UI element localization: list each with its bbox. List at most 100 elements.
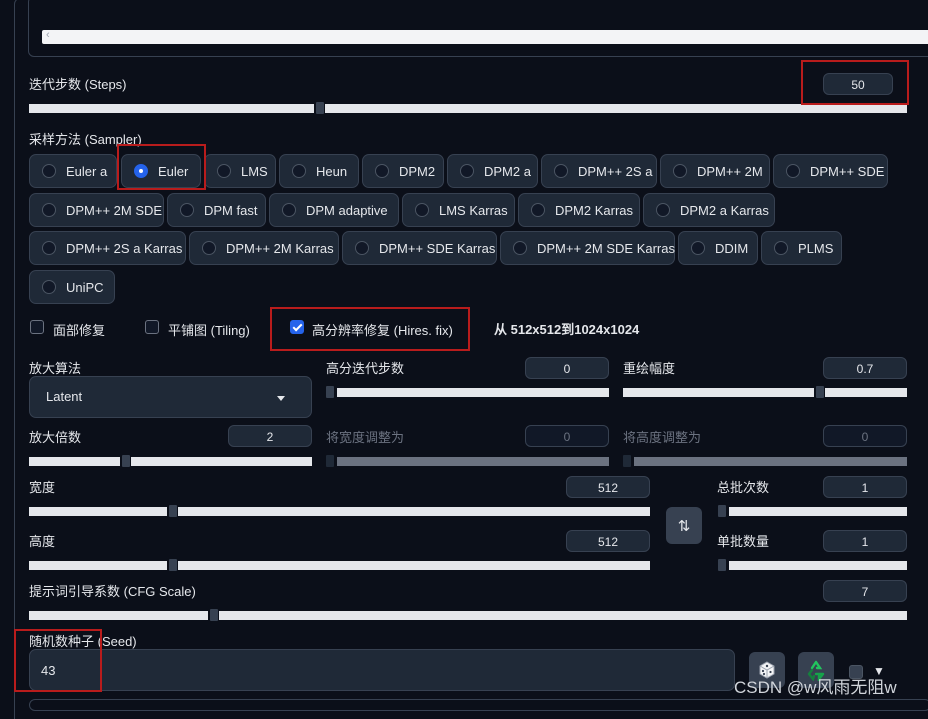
face-restore-checkbox[interactable] <box>30 320 44 334</box>
cfg-input[interactable]: 7 <box>823 580 907 602</box>
hires-steps-label: 高分迭代步数 <box>326 361 405 376</box>
sampler-option-dpmpp-2s-a-karras[interactable]: DPM++ 2S a Karras <box>29 231 186 265</box>
height-label: 高度 <box>29 534 56 549</box>
radio-icon <box>513 241 527 255</box>
batch-count-thumb[interactable] <box>718 505 726 517</box>
sampler-option-dpmpp-2m-sde-karras[interactable]: DPM++ 2M SDE Karras <box>500 231 675 265</box>
height-input[interactable]: 512 <box>566 530 650 552</box>
radio-icon <box>531 203 545 217</box>
steps-slider-track-left[interactable] <box>29 104 314 113</box>
sampler-option-lms-karras[interactable]: LMS Karras <box>402 193 515 227</box>
hires-steps-input[interactable]: 0 <box>525 357 609 379</box>
hires-steps-thumb[interactable] <box>326 386 334 398</box>
height-thumb[interactable] <box>169 559 177 571</box>
height-track-right[interactable] <box>178 561 650 570</box>
sampler-option-dpm2[interactable]: DPM2 <box>362 154 444 188</box>
width-track-right[interactable] <box>178 507 650 516</box>
upscaler-dropdown[interactable]: Latent <box>29 376 312 418</box>
cfg-track-right[interactable] <box>219 611 907 620</box>
seed-input[interactable]: 43 <box>29 649 735 691</box>
batch-count-track[interactable] <box>729 507 907 516</box>
scroll-left-arrow-icon[interactable]: ‹ <box>46 29 50 41</box>
hires-steps-track[interactable] <box>337 388 609 397</box>
sampler-option-unipc[interactable]: UniPC <box>29 270 115 304</box>
cfg-label: 提示词引导系数 (CFG Scale) <box>29 584 196 599</box>
upscale-by-track-left[interactable] <box>29 457 120 466</box>
radio-selected-icon <box>134 164 148 178</box>
denoise-thumb[interactable] <box>816 386 824 398</box>
sampler-option-dpm2-a[interactable]: DPM2 a <box>447 154 538 188</box>
steps-label: 迭代步数 (Steps) <box>29 77 127 92</box>
cfg-thumb[interactable] <box>210 609 218 621</box>
denoise-input[interactable]: 0.7 <box>823 357 907 379</box>
sampler-option-dpmpp-sde-karras[interactable]: DPM++ SDE Karras <box>342 231 497 265</box>
width-track-left[interactable] <box>29 507 167 516</box>
hires-fix-label: 高分辨率修复 (Hires. fix) <box>312 323 453 338</box>
radio-icon <box>691 241 705 255</box>
sampler-option-lms[interactable]: LMS <box>204 154 276 188</box>
sampler-label: 采样方法 (Sampler) <box>29 132 142 147</box>
radio-icon <box>355 241 369 255</box>
resize-width-thumb[interactable] <box>326 455 334 467</box>
batch-size-input[interactable]: 1 <box>823 530 907 552</box>
tiling-label: 平铺图 (Tiling) <box>168 323 250 338</box>
radio-icon <box>375 164 389 178</box>
sampler-option-euler-a[interactable]: Euler a <box>29 154 117 188</box>
sampler-option-dpm-adaptive[interactable]: DPM adaptive <box>269 193 399 227</box>
chevron-down-icon <box>277 396 285 401</box>
sampler-option-dpmpp-sde[interactable]: DPM++ SDE <box>773 154 888 188</box>
sampler-option-dpmpp-2m-karras[interactable]: DPM++ 2M Karras <box>189 231 339 265</box>
radio-icon <box>673 164 687 178</box>
batch-size-track[interactable] <box>729 561 907 570</box>
resize-height-thumb[interactable] <box>623 455 631 467</box>
hires-fix-checkbox[interactable] <box>290 320 304 334</box>
sampler-option-dpm2-karras[interactable]: DPM2 Karras <box>518 193 640 227</box>
sampler-option-dpmpp-2m[interactable]: DPM++ 2M <box>660 154 770 188</box>
upscale-by-thumb[interactable] <box>122 455 130 467</box>
radio-icon <box>42 164 56 178</box>
sampler-option-dpm-fast[interactable]: DPM fast <box>167 193 266 227</box>
sampler-option-dpm2-a-karras[interactable]: DPM2 a Karras <box>643 193 775 227</box>
denoise-track-right[interactable] <box>825 388 907 397</box>
height-track-left[interactable] <box>29 561 167 570</box>
width-input[interactable]: 512 <box>566 476 650 498</box>
steps-input[interactable]: 50 <box>823 73 893 95</box>
sampler-option-ddim[interactable]: DDIM <box>678 231 758 265</box>
batch-size-thumb[interactable] <box>718 559 726 571</box>
width-thumb[interactable] <box>169 505 177 517</box>
radio-icon <box>460 164 474 178</box>
denoise-track-left[interactable] <box>623 388 814 397</box>
upscaler-label: 放大算法 <box>29 361 82 376</box>
resize-width-input[interactable]: 0 <box>525 425 609 447</box>
width-label: 宽度 <box>29 480 56 495</box>
upscale-by-input[interactable]: 2 <box>228 425 312 447</box>
sampler-option-plms[interactable]: PLMS <box>761 231 842 265</box>
steps-slider-track-right[interactable] <box>325 104 907 113</box>
next-panel-border <box>29 699 928 711</box>
radio-icon <box>202 241 216 255</box>
radio-icon <box>786 164 800 178</box>
batch-count-label: 总批次数 <box>717 480 770 495</box>
swap-dimensions-button[interactable]: ⇅ <box>666 507 702 544</box>
resize-height-label: 将高度调整为 <box>623 430 702 445</box>
cfg-track-left[interactable] <box>29 611 208 620</box>
batch-count-input[interactable]: 1 <box>823 476 907 498</box>
sampler-option-euler[interactable]: Euler <box>121 154 201 188</box>
tiling-checkbox[interactable] <box>145 320 159 334</box>
resize-height-input[interactable]: 0 <box>823 425 907 447</box>
denoise-label: 重绘幅度 <box>623 361 676 376</box>
steps-slider-thumb[interactable] <box>316 102 324 114</box>
hires-resolution-info: 从 512x512到1024x1024 <box>494 322 640 337</box>
radio-icon <box>217 164 231 178</box>
upscale-by-track-right[interactable] <box>131 457 312 466</box>
radio-icon <box>415 203 429 217</box>
radio-icon <box>282 203 296 217</box>
horizontal-scrollbar[interactable]: ‹ <box>42 29 928 44</box>
sampler-option-dpmpp-2s-a[interactable]: DPM++ 2S a <box>541 154 657 188</box>
sampler-option-dpmpp-2m-sde[interactable]: DPM++ 2M SDE <box>29 193 164 227</box>
prompt-panel <box>28 0 928 57</box>
resize-height-track[interactable] <box>634 457 907 466</box>
resize-width-track[interactable] <box>337 457 609 466</box>
upscaler-selected-value: Latent <box>46 389 83 404</box>
sampler-option-heun[interactable]: Heun <box>279 154 359 188</box>
